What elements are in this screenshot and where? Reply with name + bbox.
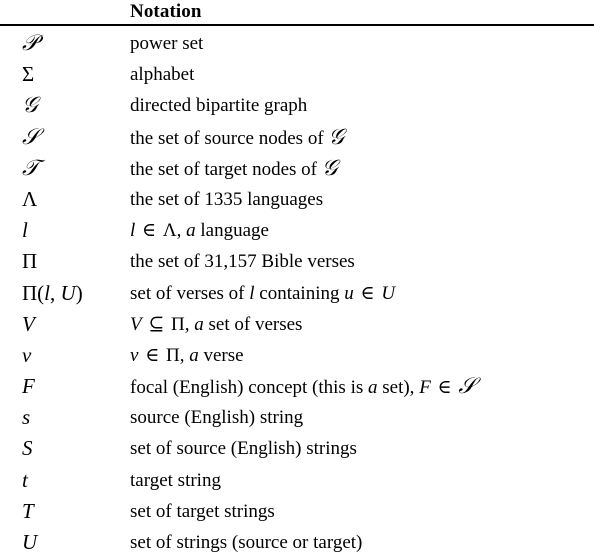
- notation-description: source (English) string: [130, 407, 304, 429]
- notation-symbol: Π(l, U): [22, 280, 83, 305]
- notation-symbol: l: [22, 218, 28, 243]
- notation-description: the set of source nodes of 𝒢: [130, 124, 345, 150]
- table-row: Π(l, U) set of verses of l containing u ∈…: [0, 278, 594, 309]
- notation-description: set of source (English) strings: [130, 438, 357, 460]
- notation-description: l ∈ Λ, a language: [130, 220, 269, 242]
- table-row: 𝒢directed bipartite graph: [0, 90, 594, 121]
- notation-symbol: 𝒫: [22, 31, 38, 56]
- notation-description: alphabet: [130, 64, 195, 86]
- notation-symbol: Σ: [22, 62, 35, 87]
- notation-symbol: Π: [22, 249, 38, 274]
- table-top-rule: [0, 24, 594, 26]
- table-row: v v ∈ Π, a verse: [0, 340, 594, 371]
- table-row: 𝒫power set: [0, 28, 594, 59]
- notation-description: set of verses of l containing u ∈ U: [130, 282, 396, 304]
- table-row: s source (English) string: [0, 402, 594, 433]
- column-header-notation: Notation: [130, 1, 202, 22]
- notation-description: focal (English) concept (this is a set),…: [130, 374, 476, 400]
- table-row: V V ⊆ Π, a set of verses: [0, 309, 594, 340]
- table-row: Tset of target strings: [0, 496, 594, 527]
- notation-symbol: 𝒢: [22, 93, 38, 119]
- table-row: Πthe set of 31,157 Bible verses: [0, 246, 594, 277]
- table-row: l l ∈ Λ, a language: [0, 215, 594, 246]
- notation-symbol: F: [22, 374, 35, 399]
- table-body: 𝒫power set Σalphabet 𝒢directed bipartite g…: [0, 28, 594, 558]
- table-row: Λthe set of 1335 languages: [0, 184, 594, 215]
- table-header-row: Notation: [0, 0, 594, 25]
- notation-description: the set of 1335 languages: [130, 188, 324, 210]
- notation-symbol: Λ: [22, 186, 38, 211]
- notation-symbol: v: [22, 342, 32, 367]
- table-row: Sset of source (English) strings: [0, 433, 594, 464]
- notation-symbol: S: [22, 436, 33, 461]
- notation-description: power set: [130, 33, 204, 54]
- notation-description: directed bipartite graph: [130, 95, 308, 117]
- notation-symbol: V: [22, 311, 35, 336]
- notation-description: the set of target nodes of 𝒢: [130, 155, 338, 181]
- table-row: 𝒯the set of target nodes of 𝒢: [0, 153, 594, 184]
- notation-symbol: t: [22, 467, 28, 492]
- notation-table: Notation 𝒫power set Σalphabet 𝒢directed bi…: [0, 0, 594, 554]
- notation-description: set of target strings: [130, 500, 275, 522]
- notation-description: the set of 31,157 Bible verses: [130, 251, 355, 273]
- notation-description: v ∈ Π, a verse: [130, 344, 244, 366]
- table-row: Ffocal (English) concept (this is a set)…: [0, 371, 594, 402]
- table-row: Σalphabet: [0, 59, 594, 90]
- table-row: Uset of strings (source or target): [0, 527, 594, 558]
- notation-symbol: T: [22, 498, 34, 523]
- notation-description: set of strings (source or target): [130, 532, 363, 553]
- notation-symbol: U: [22, 530, 38, 554]
- table-row: t target string: [0, 465, 594, 496]
- notation-description: target string: [130, 469, 221, 491]
- notation-symbol: 𝒮: [22, 124, 40, 150]
- notation-symbol: s: [22, 405, 31, 430]
- notation-description: V ⊆ Π, a set of verses: [130, 313, 303, 335]
- notation-symbol: 𝒯: [22, 155, 39, 181]
- table-row: 𝒮the set of source nodes of 𝒢: [0, 122, 594, 153]
